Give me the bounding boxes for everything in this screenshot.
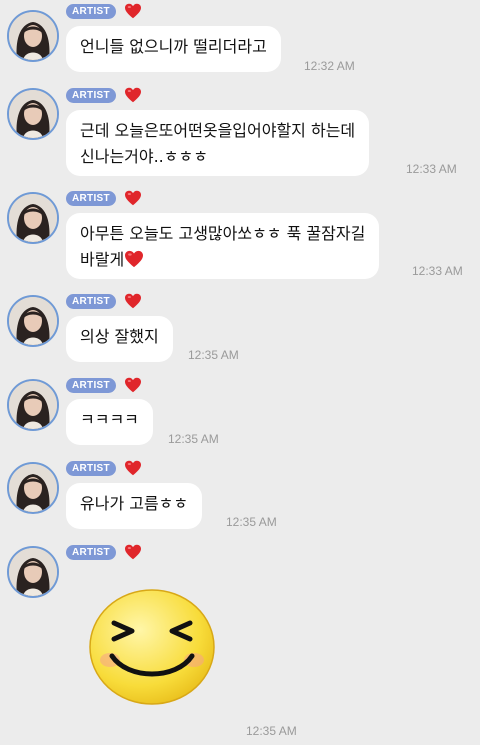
profile-photo-icon <box>9 90 57 138</box>
message-bubble[interactable]: 근데 오늘은또어떤옷을입어야할지 하는데 신나는거야..ㅎㅎㅎ <box>66 110 370 176</box>
heart-icon <box>124 293 142 309</box>
message-text: 근데 오늘은또어떤옷을입어야할지 하는데 <box>80 121 356 140</box>
message-timestamp: 12:33 AM <box>412 264 463 278</box>
profile-photo-icon <box>9 297 57 345</box>
message-bubble[interactable]: 의상 잘했지 <box>66 316 173 362</box>
profile-photo-icon <box>9 12 57 60</box>
artist-badge: ARTIST <box>66 545 116 560</box>
avatar[interactable] <box>7 379 59 431</box>
heart-icon <box>124 87 142 103</box>
message-text: 아무튼 오늘도 고생많아쏘ㅎㅎ 푹 꿀잠자길 <box>80 224 366 243</box>
message-text: 신나는거야..ㅎㅎㅎ <box>80 147 208 166</box>
message-bubble[interactable]: 유나가 고름ㅎㅎ <box>66 483 203 529</box>
avatar[interactable] <box>7 88 59 140</box>
profile-photo-icon <box>9 381 57 429</box>
avatar[interactable] <box>7 192 59 244</box>
heart-icon <box>124 250 144 268</box>
artist-badge: ARTIST <box>66 4 116 19</box>
avatar[interactable] <box>7 546 59 598</box>
message-timestamp: 12:35 AM <box>246 724 297 738</box>
message-text-line: 바랄게 <box>80 247 365 273</box>
avatar[interactable] <box>7 462 59 514</box>
message-text: 언니들 없으니까 떨리더라고 <box>80 37 267 56</box>
message-timestamp: 12:35 AM <box>188 348 239 362</box>
heart-icon <box>124 377 142 393</box>
artist-badge: ARTIST <box>66 461 116 476</box>
profile-photo-icon <box>9 464 57 512</box>
message-timestamp: 12:35 AM <box>168 432 219 446</box>
heart-icon <box>124 3 142 19</box>
message-timestamp: 12:35 AM <box>226 515 277 529</box>
artist-badge: ARTIST <box>66 88 116 103</box>
avatar[interactable] <box>7 295 59 347</box>
message-bubble[interactable]: 언니들 없으니까 떨리더라고 <box>66 26 281 72</box>
profile-photo-icon <box>9 194 57 242</box>
heart-icon <box>124 460 142 476</box>
artist-badge: ARTIST <box>66 191 116 206</box>
message-text: 의상 잘했지 <box>80 327 159 346</box>
message-text: 유나가 고름ㅎㅎ <box>80 494 189 513</box>
avatar[interactable] <box>7 10 59 62</box>
heart-icon <box>124 190 142 206</box>
message-bubble[interactable]: ㅋㅋㅋㅋ <box>66 399 153 445</box>
laughing-face-emoticon-icon[interactable] <box>88 588 216 706</box>
artist-badge: ARTIST <box>66 378 116 393</box>
message-text: ㅋㅋㅋㅋ <box>80 410 139 429</box>
artist-badge: ARTIST <box>66 294 116 309</box>
heart-icon <box>124 544 142 560</box>
message-timestamp: 12:33 AM <box>406 162 457 176</box>
message-timestamp: 12:32 AM <box>304 59 355 73</box>
message-bubble[interactable]: 아무튼 오늘도 고생많아쏘ㅎㅎ 푹 꿀잠자길 바랄게 <box>66 213 380 279</box>
profile-photo-icon <box>9 548 57 596</box>
